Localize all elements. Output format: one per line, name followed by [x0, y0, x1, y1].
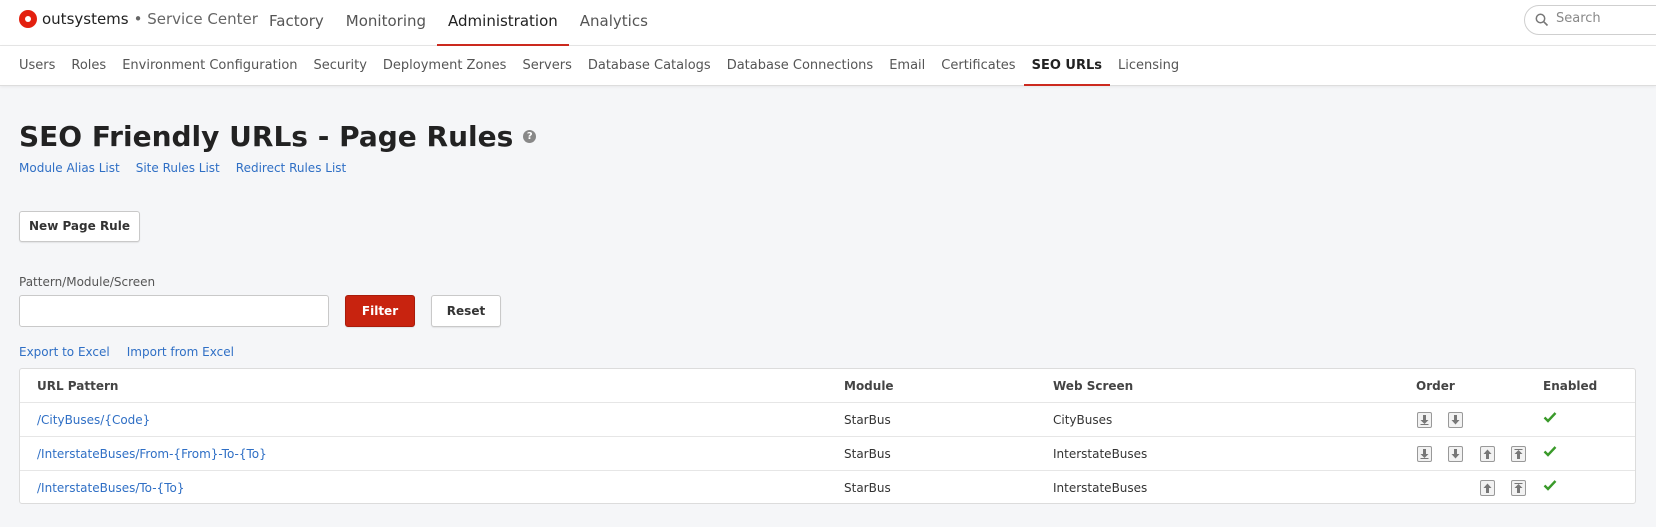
move-up-icon [1483, 449, 1492, 459]
search-box[interactable] [1524, 5, 1656, 35]
excel-links: Export to Excel Import from Excel [19, 345, 251, 359]
move-up-button[interactable] [1480, 446, 1495, 462]
subnav-deployment-zones[interactable]: Deployment Zones [375, 46, 515, 86]
link-site-rules-list[interactable]: Site Rules List [136, 161, 220, 175]
new-page-rule-button[interactable]: New Page Rule [19, 211, 140, 242]
page-title: SEO Friendly URLs - Page Rules [19, 120, 514, 153]
search-icon [1535, 13, 1549, 27]
url-pattern-link[interactable]: /InterstateBuses/From-{From}-To-{To} [37, 447, 267, 461]
subnav-seo-urls[interactable]: SEO URLs [1023, 46, 1111, 86]
header-web-screen[interactable]: Web Screen [1053, 369, 1133, 403]
enabled-check-icon [1543, 412, 1557, 423]
move-top-button[interactable] [1511, 480, 1526, 496]
move-top-button[interactable] [1511, 446, 1526, 462]
title-row: SEO Friendly URLs - Page Rules ? [19, 120, 537, 153]
move-bottom-icon [1420, 415, 1429, 425]
help-icon[interactable]: ? [523, 130, 537, 143]
search-input[interactable] [1556, 11, 1656, 26]
url-pattern-link[interactable]: /InterstateBuses/To-{To} [37, 481, 184, 495]
header-enabled: Enabled [1543, 379, 1598, 393]
reset-button[interactable]: Reset [431, 295, 501, 327]
link-redirect-rules-list[interactable]: Redirect Rules List [236, 161, 346, 175]
enabled-check-icon [1543, 480, 1557, 491]
header-order: Order [1416, 379, 1455, 393]
subnav-certificates[interactable]: Certificates [933, 46, 1023, 86]
brand-name: outsystems [42, 10, 129, 28]
enabled-check-icon [1543, 446, 1557, 457]
subnav-security[interactable]: Security [306, 46, 375, 86]
subnav-servers[interactable]: Servers [514, 46, 579, 86]
filter-button[interactable]: Filter [345, 295, 415, 327]
move-down-button[interactable] [1448, 412, 1463, 428]
filter-input[interactable] [19, 295, 329, 327]
url-pattern-cell: /InterstateBuses/From-{From}-To-{To} [37, 437, 267, 471]
move-top-icon [1514, 449, 1523, 459]
subnav-database-connections[interactable]: Database Connections [719, 46, 882, 86]
subnav-email[interactable]: Email [881, 46, 933, 86]
module-cell: StarBus [844, 413, 891, 427]
top-header: outsystems • Service Center Factory Moni… [0, 0, 1656, 46]
move-bottom-button[interactable] [1417, 446, 1432, 462]
admin-subnav: Users Roles Environment Configuration Se… [0, 46, 1656, 86]
link-module-alias-list[interactable]: Module Alias List [19, 161, 120, 175]
import-from-excel-link[interactable]: Import from Excel [127, 345, 234, 359]
move-down-icon [1451, 449, 1460, 459]
nav-analytics[interactable]: Analytics [569, 0, 659, 46]
brand-subtitle: • Service Center [133, 10, 258, 28]
nav-factory[interactable]: Factory [258, 0, 335, 46]
export-to-excel-link[interactable]: Export to Excel [19, 345, 110, 359]
filter-label: Pattern/Module/Screen [19, 275, 156, 289]
move-down-icon [1451, 415, 1460, 425]
web-screen-cell: InterstateBuses [1053, 481, 1148, 495]
table-row: /CityBuses/{Code} StarBus CityBuses [20, 403, 1635, 437]
move-top-icon [1514, 483, 1523, 493]
logo[interactable]: outsystems • Service Center [19, 10, 258, 28]
page-rules-table: URL Pattern Module Web Screen Order Enab… [19, 368, 1636, 504]
web-screen-cell: InterstateBuses [1053, 447, 1148, 461]
subnav-environment-configuration[interactable]: Environment Configuration [114, 46, 305, 86]
table-row: /InterstateBuses/From-{From}-To-{To} Sta… [20, 437, 1635, 471]
subnav-database-catalogs[interactable]: Database Catalogs [580, 46, 719, 86]
url-pattern-cell: /CityBuses/{Code} [37, 403, 150, 437]
related-links: Module Alias List Site Rules List Redire… [19, 161, 362, 175]
outsystems-logo-icon [19, 10, 37, 28]
web-screen-cell: CityBuses [1053, 413, 1113, 427]
nav-administration[interactable]: Administration [437, 0, 569, 46]
subnav-users[interactable]: Users [11, 46, 63, 86]
module-cell: StarBus [844, 447, 891, 461]
table-header-row: URL Pattern Module Web Screen Order Enab… [20, 369, 1635, 403]
nav-monitoring[interactable]: Monitoring [335, 0, 437, 46]
header-module[interactable]: Module [844, 369, 894, 403]
move-up-icon [1483, 483, 1492, 493]
url-pattern-link[interactable]: /CityBuses/{Code} [37, 413, 150, 427]
subnav-roles[interactable]: Roles [63, 46, 114, 86]
move-up-button[interactable] [1480, 480, 1495, 496]
main-nav: Factory Monitoring Administration Analyt… [258, 0, 659, 46]
table-row: /InterstateBuses/To-{To} StarBus Interst… [20, 471, 1635, 505]
move-bottom-button[interactable] [1417, 412, 1432, 428]
header-url-pattern[interactable]: URL Pattern [37, 369, 118, 403]
module-cell: StarBus [844, 481, 891, 495]
url-pattern-cell: /InterstateBuses/To-{To} [37, 471, 184, 505]
move-bottom-icon [1420, 449, 1429, 459]
subnav-licensing[interactable]: Licensing [1110, 46, 1187, 86]
move-down-button[interactable] [1448, 446, 1463, 462]
